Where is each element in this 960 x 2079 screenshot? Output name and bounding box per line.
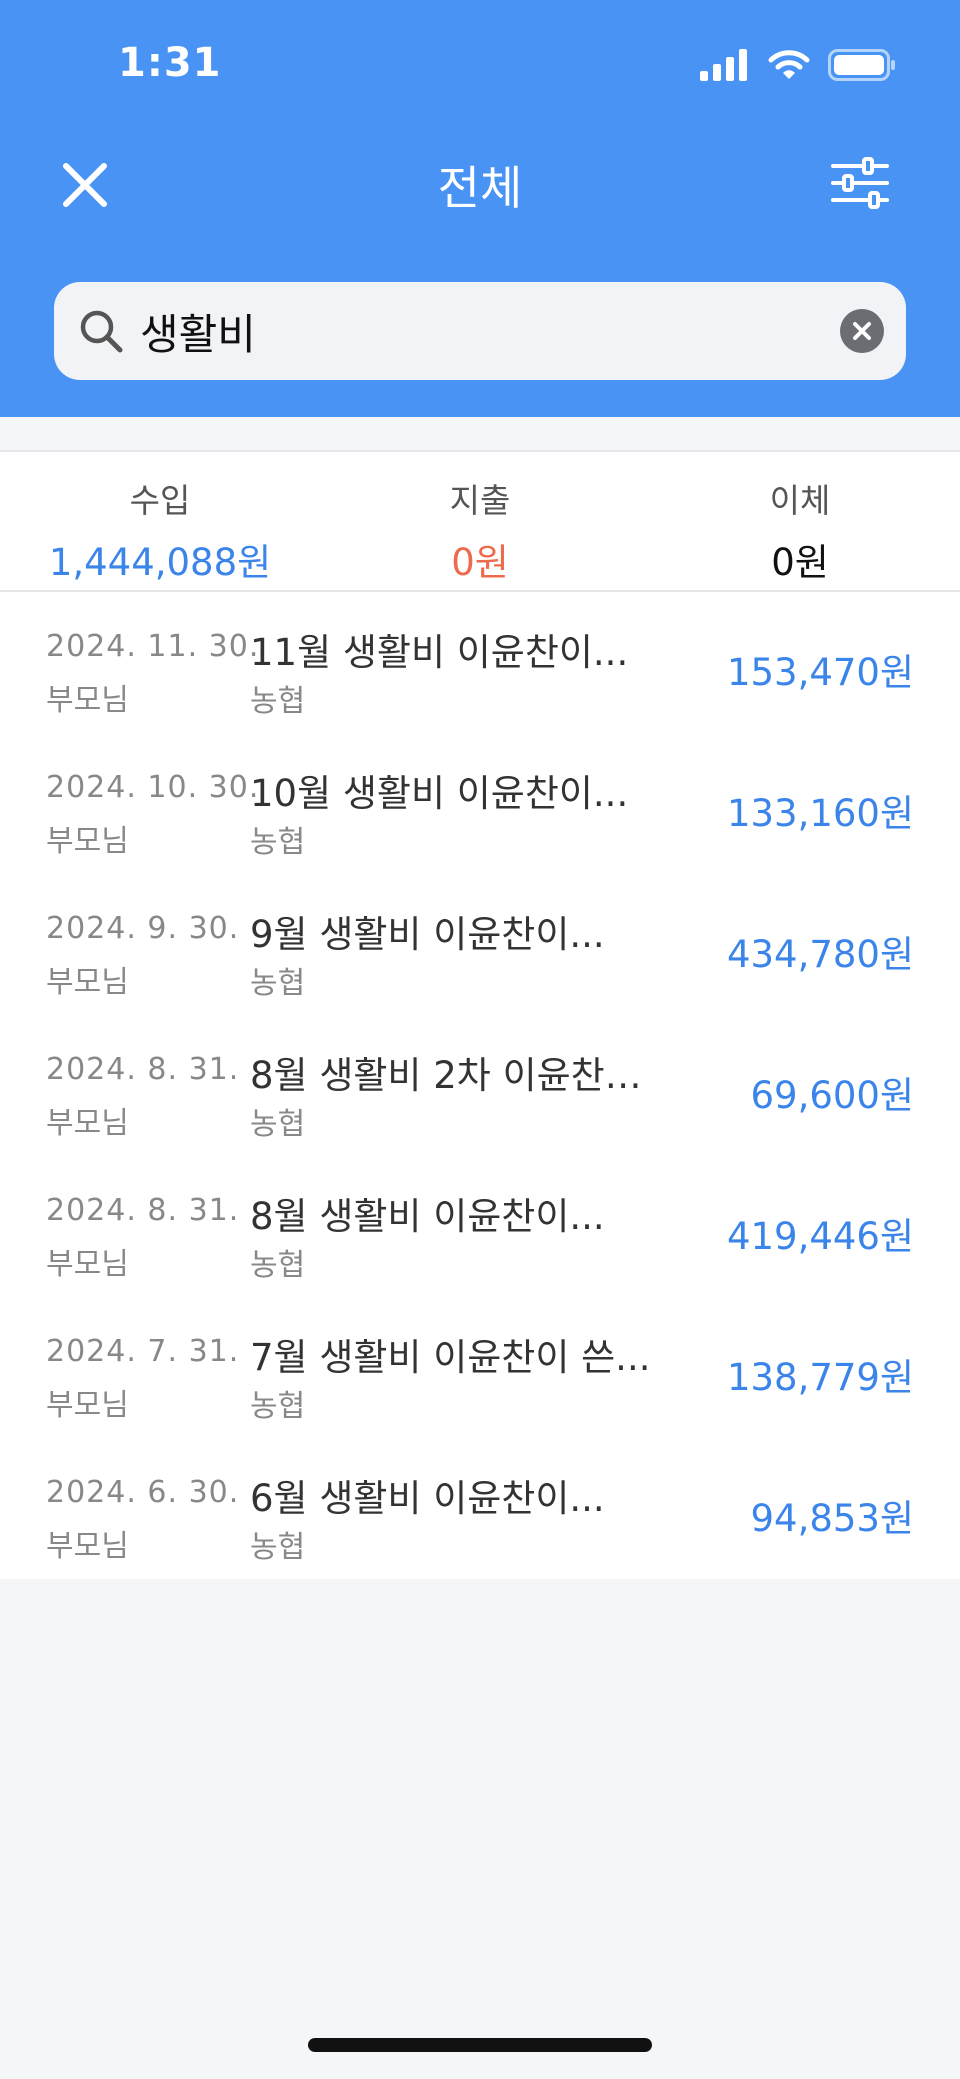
- transaction-amount: 138,779원: [726, 1356, 914, 1399]
- transaction-bank: 농협: [250, 1248, 306, 1283]
- transaction-title: 11월 생활비 이윤찬이...: [250, 631, 629, 674]
- transaction-bank: 농협: [250, 684, 306, 719]
- wifi-icon: [768, 50, 810, 79]
- transaction-row[interactable]: 2024. 8. 31. 부모님 8월 생활비 이윤찬이... 농협 419,4…: [0, 1156, 960, 1297]
- transaction-row[interactable]: 2024. 7. 31. 부모님 7월 생활비 이윤찬이 쓴... 농협 138…: [0, 1297, 960, 1438]
- summary-bar: 수입 1,444,088원 지출 0원 이체 0원: [0, 450, 960, 592]
- transaction-date: 2024. 8. 31.: [46, 1193, 240, 1228]
- status-time: 1:31: [118, 40, 222, 86]
- transaction-bank: 농협: [250, 966, 306, 1001]
- income-label: 수입: [129, 481, 191, 520]
- transaction-row[interactable]: 2024. 6. 30. 부모님 6월 생활비 이윤찬이... 농협 94,85…: [0, 1438, 960, 1579]
- transaction-category: 부모님: [46, 1106, 129, 1141]
- transaction-amount: 133,160원: [726, 792, 914, 835]
- cellular-signal-icon: [700, 49, 747, 81]
- transaction-category: 부모님: [46, 1388, 129, 1423]
- transaction-amount: 419,446원: [726, 1215, 914, 1258]
- status-icons: [700, 48, 896, 82]
- transaction-date: 2024. 10. 30.: [46, 770, 260, 805]
- transaction-bank: 농협: [250, 1107, 306, 1142]
- transaction-bank: 농협: [250, 1389, 306, 1424]
- search-icon: [80, 310, 123, 353]
- clear-search-button[interactable]: [840, 309, 884, 353]
- transaction-bank: 농협: [250, 825, 306, 860]
- home-indicator[interactable]: [308, 2038, 652, 2052]
- search-input[interactable]: [140, 282, 800, 380]
- transaction-category: 부모님: [46, 683, 129, 718]
- transaction-title: 10월 생활비 이윤찬이...: [250, 772, 629, 815]
- income-value: 1,444,088원: [48, 541, 272, 584]
- transaction-bank: 농협: [250, 1530, 306, 1565]
- transfer-label: 이체: [769, 481, 831, 520]
- expense-label: 지출: [449, 481, 511, 520]
- transfer-value: 0원: [771, 541, 829, 584]
- summary-income: 수입 1,444,088원: [0, 474, 320, 586]
- transaction-title: 8월 생활비 이윤찬이...: [250, 1195, 605, 1238]
- transaction-title: 8월 생활비 2차 이윤찬…: [250, 1054, 642, 1097]
- app-header: 1:31 전체: [0, 0, 960, 417]
- transaction-row[interactable]: 2024. 8. 31. 부모님 8월 생활비 2차 이윤찬… 농협 69,60…: [0, 1015, 960, 1156]
- transaction-amount: 94,853원: [750, 1497, 914, 1540]
- transaction-amount: 69,600원: [750, 1074, 914, 1117]
- transaction-row[interactable]: 2024. 11. 30. 부모님 11월 생활비 이윤찬이... 농협 153…: [0, 592, 960, 733]
- transaction-amount: 153,470원: [726, 651, 914, 694]
- sliders-icon: [831, 157, 889, 209]
- transaction-row[interactable]: 2024. 9. 30. 부모님 9월 생활비 이윤찬이... 농협 434,7…: [0, 874, 960, 1015]
- transaction-title: 9월 생활비 이윤찬이...: [250, 913, 605, 956]
- transaction-date: 2024. 6. 30.: [46, 1475, 240, 1510]
- battery-icon: [828, 49, 895, 81]
- transaction-title: 7월 생활비 이윤찬이 쓴...: [250, 1336, 651, 1379]
- transaction-category: 부모님: [46, 1247, 129, 1282]
- expense-value: 0원: [451, 541, 509, 584]
- transaction-date: 2024. 8. 31.: [46, 1052, 240, 1087]
- transaction-date: 2024. 11. 30.: [46, 629, 260, 664]
- transaction-title: 6월 생활비 이윤찬이...: [250, 1477, 605, 1520]
- summary-expense: 지출 0원: [320, 474, 640, 586]
- transaction-date: 2024. 7. 31.: [46, 1334, 240, 1369]
- filter-button[interactable]: [830, 156, 890, 210]
- transaction-category: 부모님: [46, 824, 129, 859]
- transaction-row[interactable]: 2024. 10. 30. 부모님 10월 생활비 이윤찬이... 농협 133…: [0, 733, 960, 874]
- search-bar: [54, 282, 906, 380]
- summary-transfer: 이체 0원: [640, 474, 960, 586]
- transaction-list: 2024. 11. 30. 부모님 11월 생활비 이윤찬이... 농협 153…: [0, 592, 960, 1579]
- transaction-date: 2024. 9. 30.: [46, 911, 240, 946]
- transaction-category: 부모님: [46, 965, 129, 1000]
- transaction-amount: 434,780원: [726, 933, 914, 976]
- page-title: 전체: [437, 161, 523, 215]
- transaction-category: 부모님: [46, 1529, 129, 1564]
- clear-icon: [840, 309, 884, 353]
